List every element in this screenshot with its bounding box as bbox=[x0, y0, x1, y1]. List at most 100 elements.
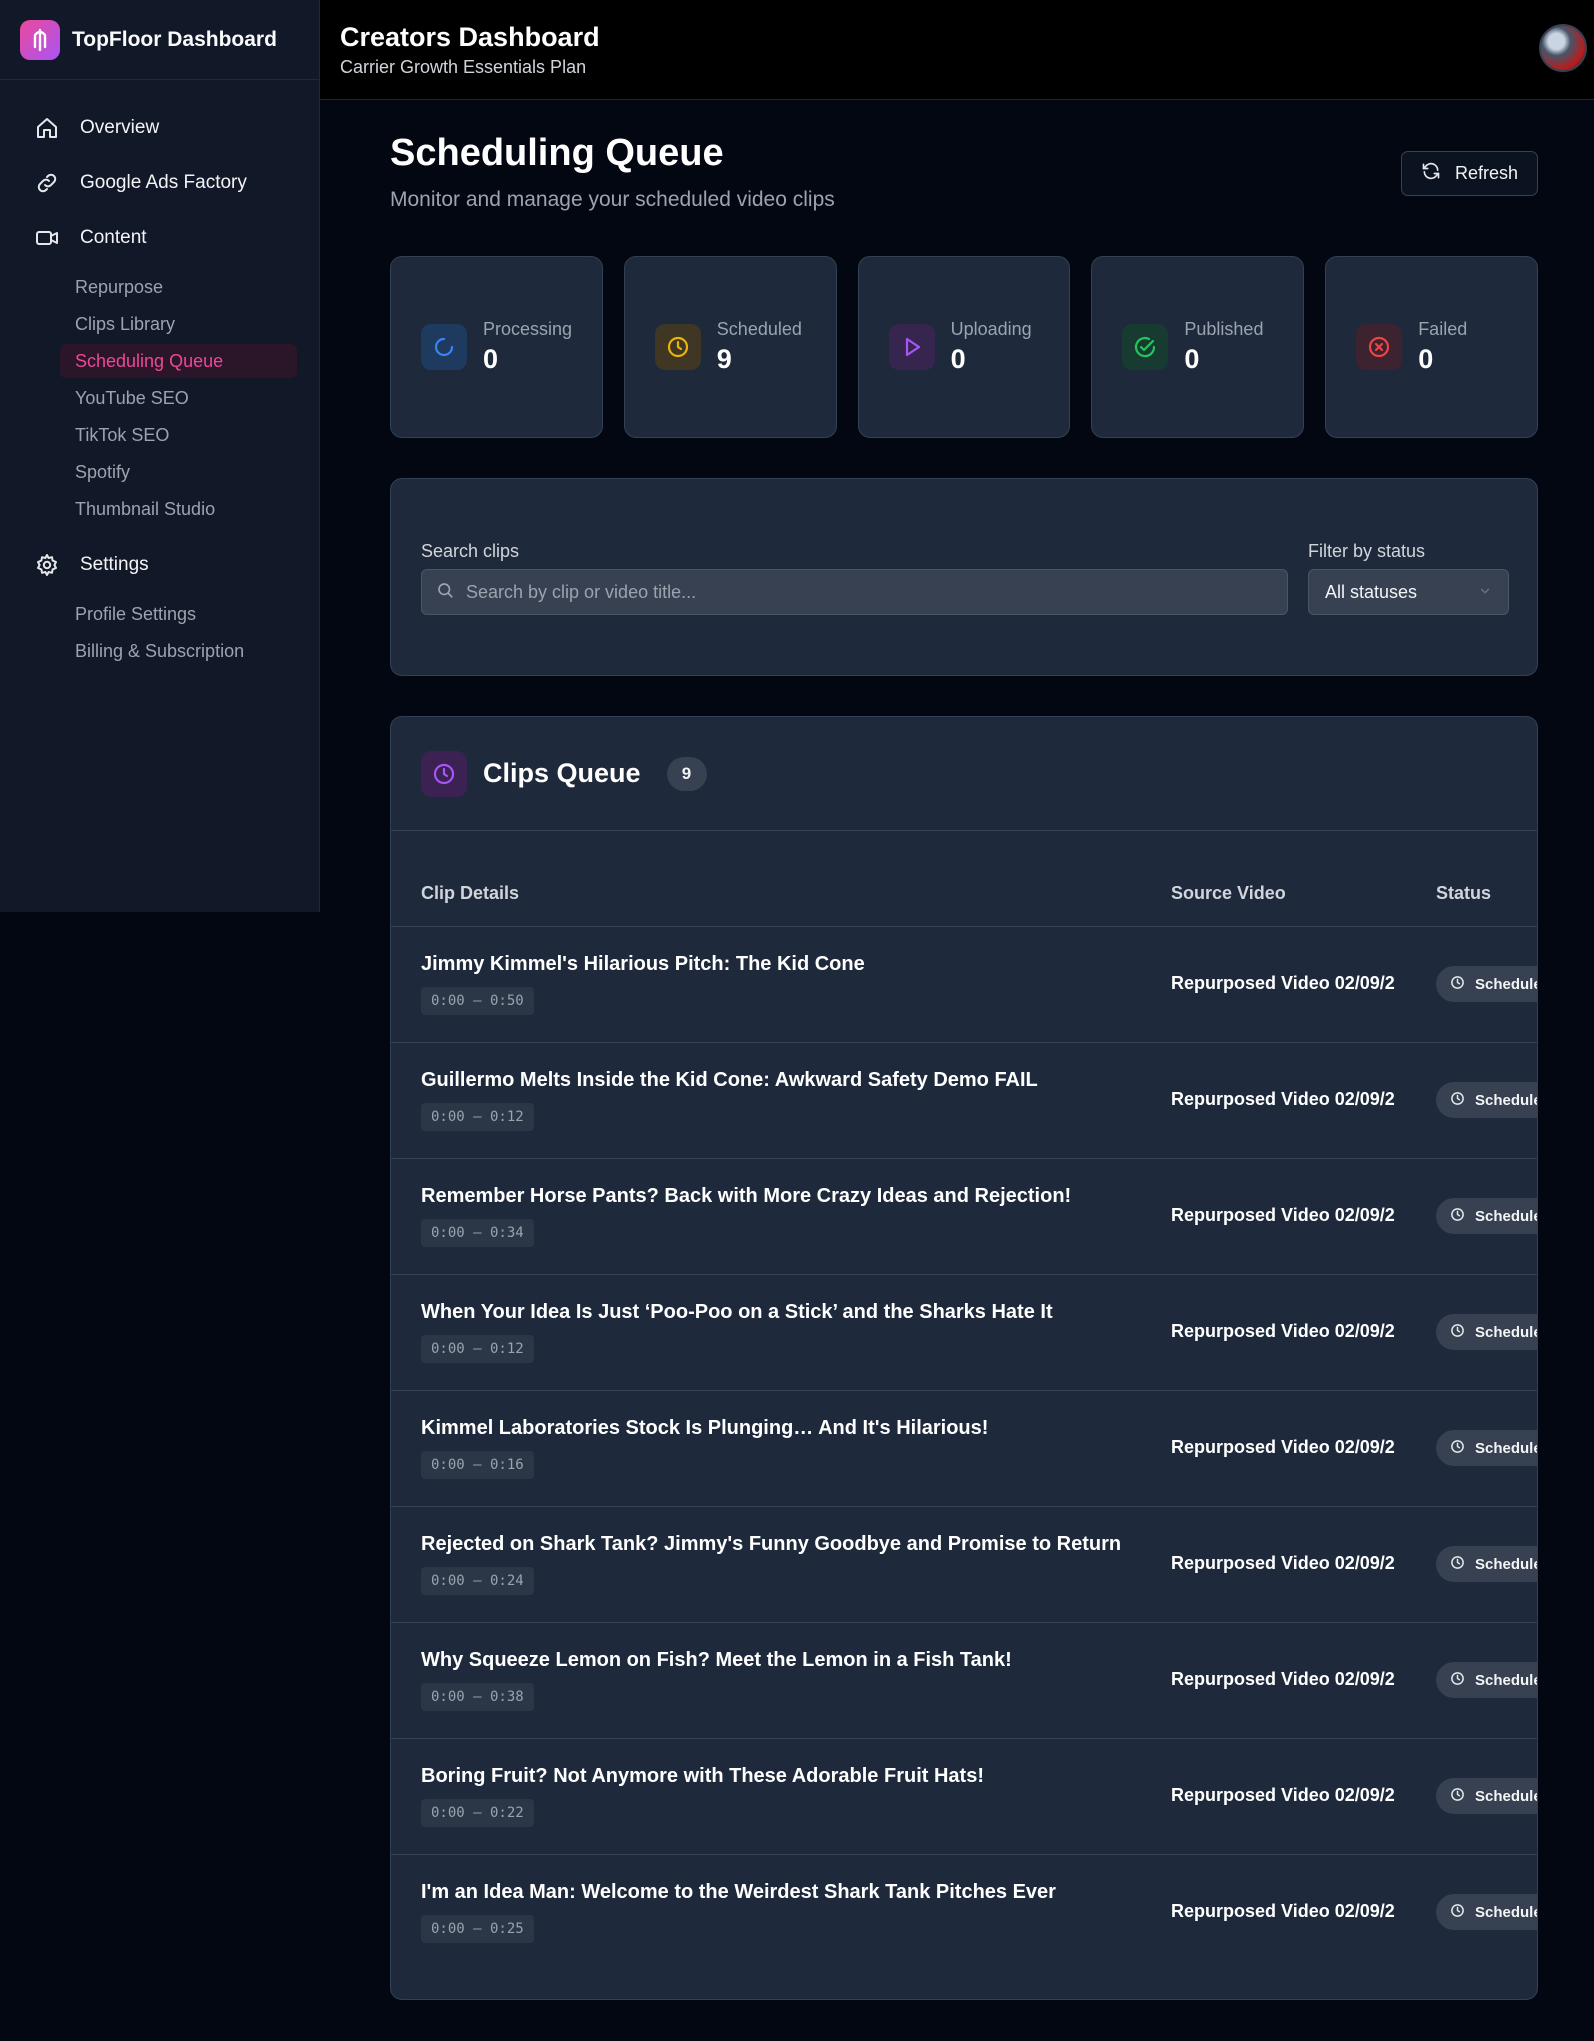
queue-title: Clips Queue bbox=[483, 758, 641, 788]
table-row[interactable]: Guillermo Melts Inside the Kid Cone: Awk… bbox=[391, 1043, 1537, 1159]
sidebar-item-clips-library[interactable]: Clips Library bbox=[60, 307, 297, 341]
search-input[interactable] bbox=[466, 581, 1266, 603]
source-video: Repurposed Video 02/09/2 bbox=[1171, 1437, 1395, 1457]
link-icon bbox=[34, 170, 60, 196]
sidebar-item-spotify[interactable]: Spotify bbox=[60, 455, 297, 489]
stat-card-scheduled: Scheduled 9 bbox=[623, 256, 837, 438]
stat-label: Published bbox=[1184, 319, 1264, 339]
clip-title: Kimmel Laboratories Stock Is Plunging… A… bbox=[421, 1417, 989, 1439]
clock-icon bbox=[421, 750, 467, 797]
sidebar-item-billing[interactable]: Billing & Subscription bbox=[60, 634, 297, 668]
clip-title: Rejected on Shark Tank? Jimmy's Funny Go… bbox=[421, 1533, 1122, 1555]
queue-count-badge: 9 bbox=[666, 756, 707, 791]
clip-time-range: 0:00 – 0:16 bbox=[421, 1451, 534, 1479]
sidebar-item-profile-settings[interactable]: Profile Settings bbox=[60, 597, 297, 631]
settings-submenu: Profile Settings Billing & Subscription bbox=[0, 592, 319, 679]
source-video: Repurposed Video 02/09/2 bbox=[1171, 1321, 1395, 1341]
source-video: Repurposed Video 02/09/2 bbox=[1171, 1901, 1395, 1921]
clip-title: Why Squeeze Lemon on Fish? Meet the Lemo… bbox=[421, 1649, 1012, 1671]
table-row[interactable]: Why Squeeze Lemon on Fish? Meet the Lemo… bbox=[391, 1623, 1537, 1739]
status-label: Scheduled bbox=[1475, 1903, 1537, 1921]
play-icon bbox=[888, 324, 935, 370]
clock-icon bbox=[1450, 1323, 1465, 1342]
avatar[interactable] bbox=[1539, 24, 1587, 72]
video-icon bbox=[34, 225, 60, 251]
table-row[interactable]: Kimmel Laboratories Stock Is Plunging… A… bbox=[391, 1391, 1537, 1507]
refresh-label: Refresh bbox=[1454, 163, 1519, 183]
page-title: Scheduling Queue bbox=[390, 132, 724, 174]
home-icon bbox=[34, 115, 60, 141]
status-filter-label: Filter by status bbox=[1308, 541, 1426, 561]
clip-title: Remember Horse Pants? Back with More Cra… bbox=[421, 1185, 1072, 1207]
clip-title: Jimmy Kimmel's Hilarious Pitch: The Kid … bbox=[421, 953, 865, 975]
clock-icon bbox=[1450, 1671, 1465, 1690]
clip-title: When Your Idea Is Just ‘Poo-Poo on a Sti… bbox=[421, 1301, 1053, 1323]
brand[interactable]: TopFloor Dashboard bbox=[0, 0, 319, 80]
sidebar-item-overview[interactable]: Overview bbox=[0, 100, 319, 155]
column-header-clip: Clip Details bbox=[421, 883, 520, 903]
sidebar-item-scheduling-queue[interactable]: Scheduling Queue bbox=[60, 344, 297, 378]
clock-icon bbox=[1450, 1207, 1465, 1226]
x-circle-icon bbox=[1356, 324, 1403, 370]
sidebar-item-label: Google Ads Factory bbox=[80, 171, 247, 193]
status-filter-select[interactable]: All statuses bbox=[1308, 569, 1509, 615]
search-icon bbox=[436, 581, 454, 604]
table-row[interactable]: Boring Fruit? Not Anymore with These Ado… bbox=[391, 1739, 1537, 1855]
filter-panel: Search clips Filter by status All status… bbox=[390, 478, 1538, 676]
plan-subtitle: Carrier Growth Essentials Plan bbox=[340, 57, 587, 77]
clock-icon bbox=[1450, 1091, 1465, 1110]
status-label: Scheduled bbox=[1475, 1671, 1537, 1689]
chevron-down-icon bbox=[1478, 582, 1492, 603]
clock-icon bbox=[1450, 1555, 1465, 1574]
search-box[interactable] bbox=[421, 569, 1288, 615]
content-submenu: Repurpose Clips Library Scheduling Queue… bbox=[0, 265, 319, 537]
stat-label: Scheduled bbox=[716, 319, 802, 339]
brand-logo-icon bbox=[20, 19, 60, 60]
stat-card-failed: Failed 0 bbox=[1325, 256, 1538, 438]
refresh-button[interactable]: Refresh bbox=[1401, 151, 1538, 196]
clock-icon bbox=[1450, 1439, 1465, 1458]
status-filter-value: All statuses bbox=[1325, 581, 1418, 602]
source-video: Repurposed Video 02/09/2 bbox=[1171, 1089, 1395, 1109]
clip-title: Guillermo Melts Inside the Kid Cone: Awk… bbox=[421, 1069, 1038, 1091]
stat-value: 9 bbox=[716, 344, 732, 374]
sidebar-item-tiktok-seo[interactable]: TikTok SEO bbox=[60, 418, 297, 452]
stat-card-processing: Processing 0 bbox=[390, 256, 603, 438]
table-row[interactable]: Rejected on Shark Tank? Jimmy's Funny Go… bbox=[391, 1507, 1537, 1623]
sidebar: TopFloor Dashboard Overview Google Ads F… bbox=[0, 0, 320, 912]
table-row[interactable]: When Your Idea Is Just ‘Poo-Poo on a Sti… bbox=[391, 1275, 1537, 1391]
stats-row: Processing 0 Scheduled 9 Uploading 0 Pub… bbox=[390, 256, 1538, 438]
clock-icon bbox=[654, 324, 701, 370]
sidebar-item-label: Overview bbox=[80, 116, 160, 138]
status-label: Scheduled bbox=[1475, 1555, 1537, 1573]
status-badge: Scheduled bbox=[1436, 1894, 1537, 1930]
dashboard-title: Creators Dashboard bbox=[340, 22, 600, 52]
clip-time-range: 0:00 – 0:38 bbox=[421, 1683, 534, 1711]
stat-label: Processing bbox=[483, 319, 573, 339]
stat-value: 0 bbox=[1418, 344, 1434, 374]
table-body: Jimmy Kimmel's Hilarious Pitch: The Kid … bbox=[391, 927, 1537, 1971]
stat-label: Failed bbox=[1418, 319, 1468, 339]
status-label: Scheduled bbox=[1475, 1323, 1537, 1341]
sidebar-item-repurpose[interactable]: Repurpose bbox=[60, 270, 297, 304]
brand-title: TopFloor Dashboard bbox=[72, 27, 277, 51]
status-badge: Scheduled bbox=[1436, 1314, 1537, 1350]
sidebar-item-google-ads-factory[interactable]: Google Ads Factory bbox=[0, 155, 319, 210]
status-badge: Scheduled bbox=[1436, 1198, 1537, 1234]
stat-value: 0 bbox=[1184, 344, 1200, 374]
table-row[interactable]: Jimmy Kimmel's Hilarious Pitch: The Kid … bbox=[391, 927, 1537, 1043]
status-badge: Scheduled bbox=[1436, 1546, 1537, 1582]
clip-time-range: 0:00 – 0:34 bbox=[421, 1219, 534, 1247]
sidebar-item-youtube-seo[interactable]: YouTube SEO bbox=[60, 381, 297, 415]
sidebar-item-content[interactable]: Content bbox=[0, 210, 319, 265]
sidebar-item-label: Content bbox=[80, 226, 147, 248]
table-row[interactable]: I'm an Idea Man: Welcome to the Weirdest… bbox=[391, 1855, 1537, 1971]
clip-title: Boring Fruit? Not Anymore with These Ado… bbox=[421, 1765, 984, 1787]
sidebar-item-settings[interactable]: Settings bbox=[0, 537, 319, 592]
spinner-icon bbox=[421, 324, 467, 370]
sidebar-item-thumbnail-studio[interactable]: Thumbnail Studio bbox=[60, 492, 297, 526]
status-label: Scheduled bbox=[1475, 975, 1537, 993]
table-row[interactable]: Remember Horse Pants? Back with More Cra… bbox=[391, 1159, 1537, 1275]
clip-time-range: 0:00 – 0:50 bbox=[421, 987, 534, 1015]
clock-icon bbox=[1450, 975, 1465, 994]
